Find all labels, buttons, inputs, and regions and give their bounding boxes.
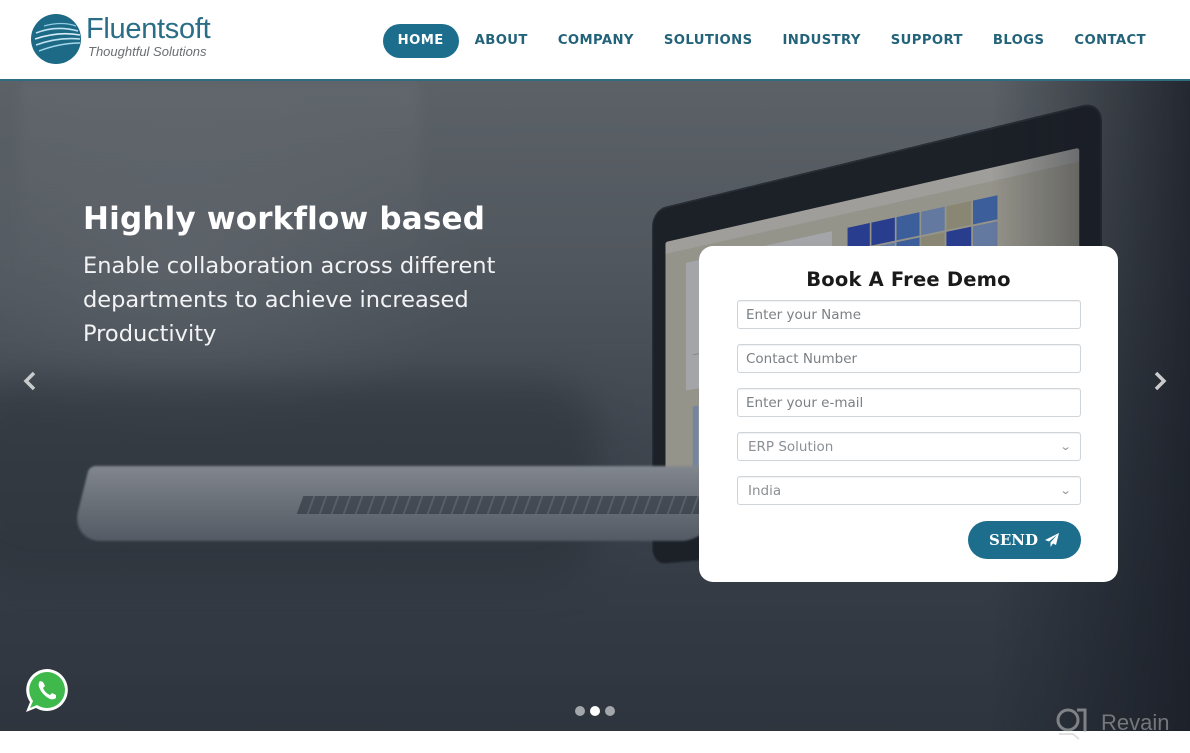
whatsapp-icon xyxy=(26,669,68,712)
chevron-down-icon: ⌄ xyxy=(1059,484,1072,497)
nav-company[interactable]: COMPANY xyxy=(543,24,649,58)
site-header: Fluentsoft Thoughtful Solutions HOME ABO… xyxy=(0,0,1190,81)
nav-solutions[interactable]: SOLUTIONS xyxy=(649,24,768,58)
country-select[interactable]: India ⌄ xyxy=(737,476,1081,505)
name-input[interactable] xyxy=(737,300,1081,329)
carousel-next-button[interactable] xyxy=(1145,366,1175,396)
logo-tagline: Thoughtful Solutions xyxy=(88,44,207,59)
solution-select-value: ERP Solution xyxy=(748,438,834,455)
send-button[interactable]: SEND xyxy=(968,521,1081,559)
logo-name: Fluentsoft xyxy=(86,13,211,45)
carousel-indicator-1[interactable] xyxy=(575,706,585,716)
carousel-prev-button[interactable] xyxy=(15,366,45,396)
watermark-text: Revain xyxy=(1101,710,1170,735)
revain-logo-icon xyxy=(1056,708,1087,740)
carousel-indicators xyxy=(575,706,615,716)
chevron-down-icon: ⌄ xyxy=(1059,440,1072,453)
solution-select[interactable]: ERP Solution ⌄ xyxy=(737,432,1081,461)
logo-icon xyxy=(31,14,81,64)
country-select-value: India xyxy=(748,482,782,499)
main-nav: HOME ABOUT COMPANY SOLUTIONS INDUSTRY SU… xyxy=(382,24,1161,58)
nav-blogs[interactable]: BLOGS xyxy=(978,24,1060,58)
page-bottom xyxy=(0,731,1190,753)
hero-text: Enable collaboration across different de… xyxy=(83,253,496,347)
hero-title: Highly workflow based xyxy=(83,201,486,237)
nav-about[interactable]: ABOUT xyxy=(460,24,543,58)
nav-industry[interactable]: INDUSTRY xyxy=(768,24,876,58)
contact-number-input[interactable] xyxy=(737,344,1081,373)
carousel-indicator-3[interactable] xyxy=(605,706,615,716)
logo-link[interactable]: Fluentsoft Thoughtful Solutions xyxy=(30,13,230,67)
whatsapp-button[interactable] xyxy=(22,666,72,716)
watermark: Revain xyxy=(1055,706,1169,740)
form-title: Book A Free Demo xyxy=(806,268,1011,291)
send-label: SEND xyxy=(989,531,1038,549)
book-demo-form: Book A Free Demo ERP Solution ⌄ India ⌄ … xyxy=(699,246,1118,582)
chevron-left-icon xyxy=(23,371,36,391)
chevron-right-icon xyxy=(1154,371,1167,391)
hero-caption: Highly workflow based Enable collaborati… xyxy=(83,199,543,351)
carousel-indicator-2[interactable] xyxy=(590,706,600,716)
nav-home[interactable]: HOME xyxy=(382,24,459,58)
email-input[interactable] xyxy=(737,388,1081,417)
paper-plane-icon xyxy=(1044,533,1059,547)
nav-contact[interactable]: CONTACT xyxy=(1059,24,1161,58)
nav-support[interactable]: SUPPORT xyxy=(876,24,978,58)
